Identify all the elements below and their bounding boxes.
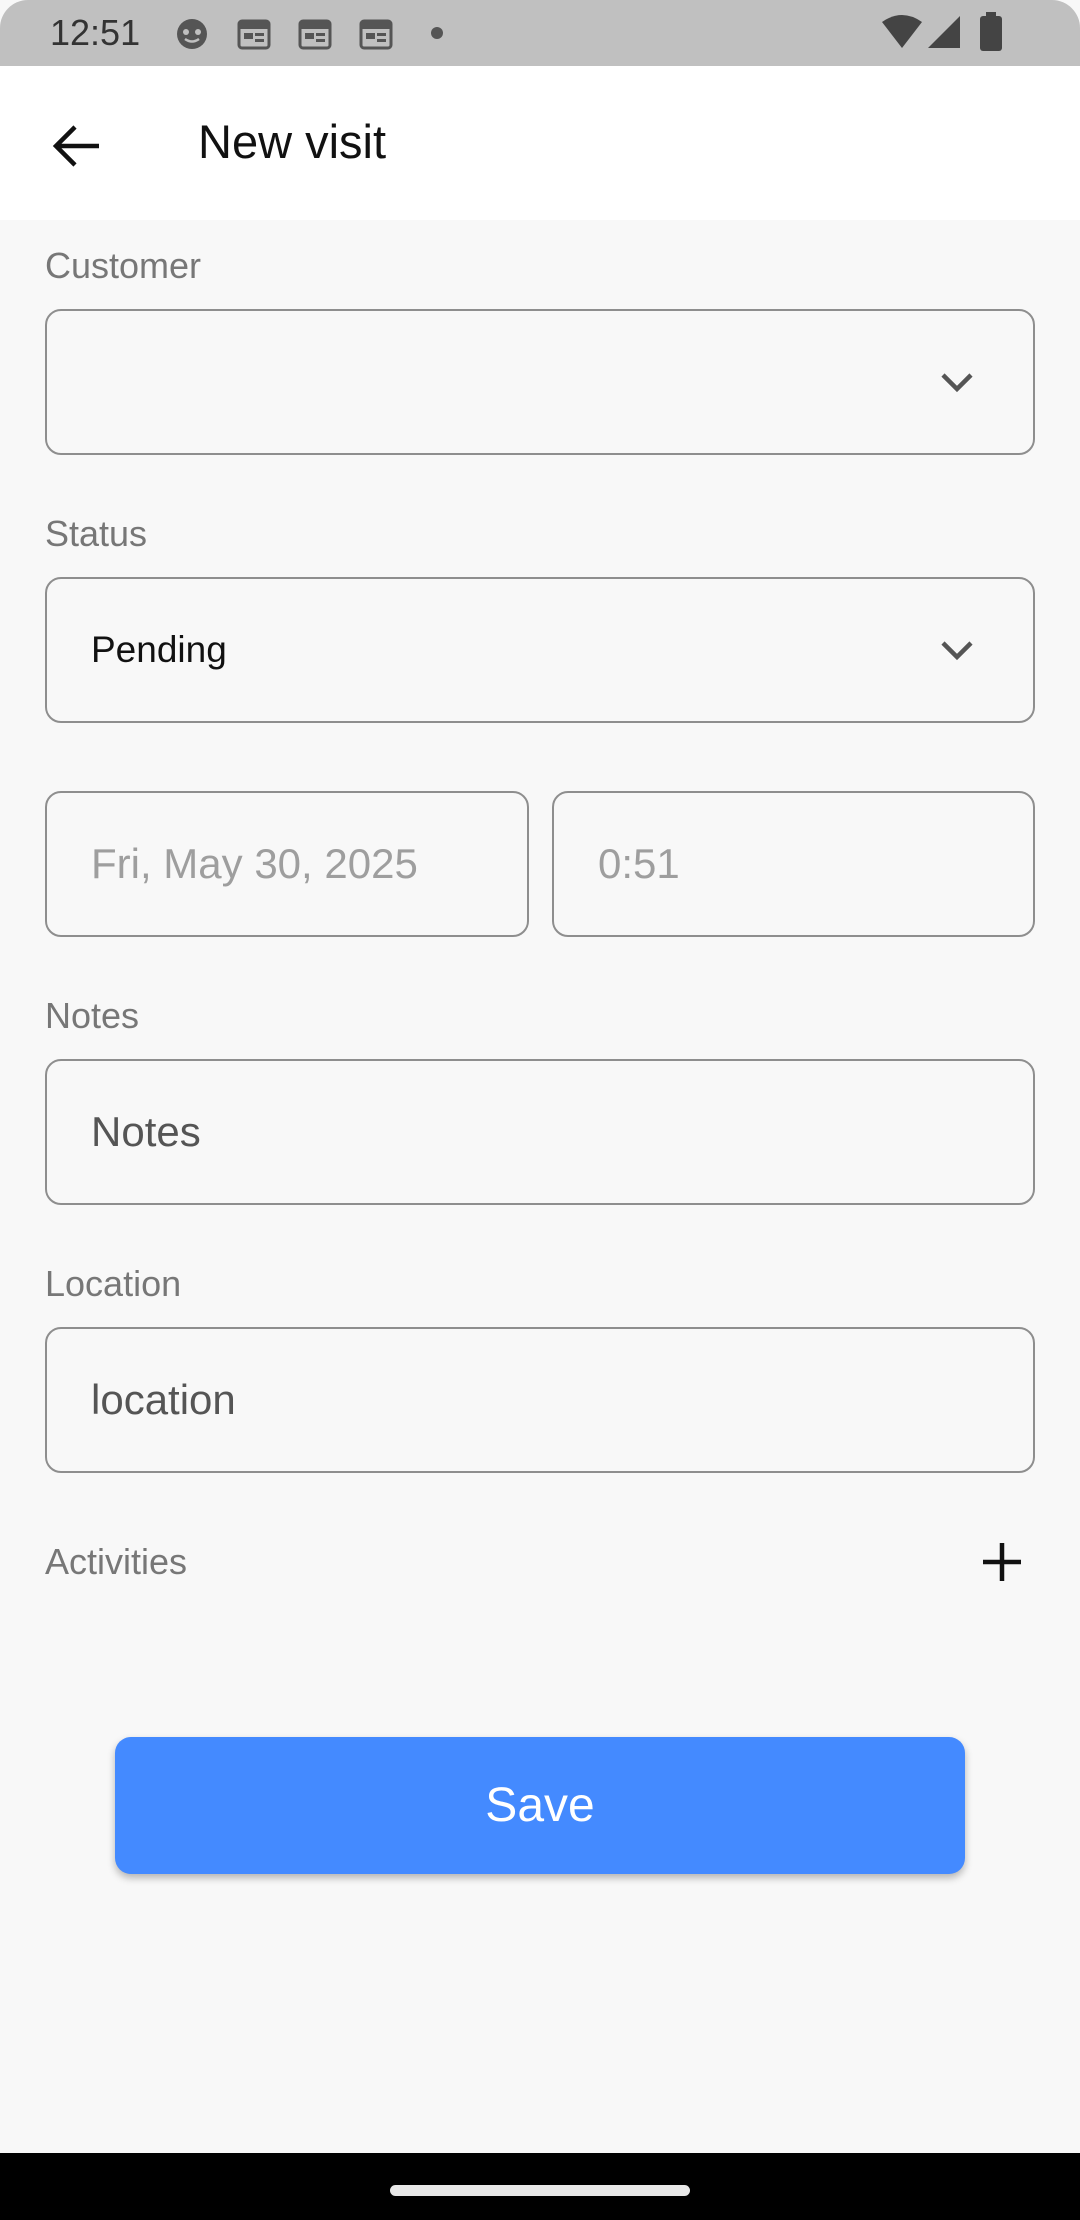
face-notification-icon <box>177 19 207 49</box>
customer-dropdown[interactable] <box>45 309 1035 455</box>
activities-label: Activities <box>45 1541 188 1582</box>
dot-icon <box>431 27 443 39</box>
location-placeholder: location <box>91 1376 236 1423</box>
wifi-icon <box>882 15 922 48</box>
app-bar: New visit <box>0 66 1080 220</box>
add-activity-button[interactable] <box>972 1532 1032 1592</box>
navigation-bar <box>0 2153 1080 2220</box>
status-label: Status <box>45 513 148 554</box>
calendar-icon <box>298 19 332 50</box>
notes-field[interactable]: Notes <box>45 1059 1035 1205</box>
calendar-icon <box>359 19 393 50</box>
battery-icon <box>980 12 1002 51</box>
location-field[interactable]: location <box>45 1327 1035 1473</box>
location-label: Location <box>45 1263 182 1304</box>
chevron-down-icon <box>941 641 973 661</box>
back-button[interactable] <box>40 110 112 182</box>
time-field[interactable]: 0:51 <box>552 791 1035 937</box>
status-bar: 12:51 <box>0 0 1080 66</box>
page-title: New visit <box>198 115 387 168</box>
notes-placeholder: Notes <box>91 1108 201 1155</box>
status-time: 12:51 <box>50 12 141 53</box>
date-value: Fri, May 30, 2025 <box>91 840 418 887</box>
calendar-icon <box>237 19 271 50</box>
chevron-down-icon <box>941 373 973 393</box>
save-button[interactable]: Save <box>115 1737 965 1874</box>
signal-icon <box>928 16 960 48</box>
home-handle[interactable] <box>390 2185 690 2196</box>
notes-label: Notes <box>45 995 140 1036</box>
date-field[interactable]: Fri, May 30, 2025 <box>45 791 529 937</box>
arrow-back-icon <box>52 125 99 167</box>
customer-label: Customer <box>45 245 202 286</box>
status-dropdown[interactable]: Pending <box>45 577 1035 723</box>
time-value: 0:51 <box>598 840 680 887</box>
status-value: Pending <box>91 629 227 670</box>
plus-icon <box>983 1543 1021 1581</box>
